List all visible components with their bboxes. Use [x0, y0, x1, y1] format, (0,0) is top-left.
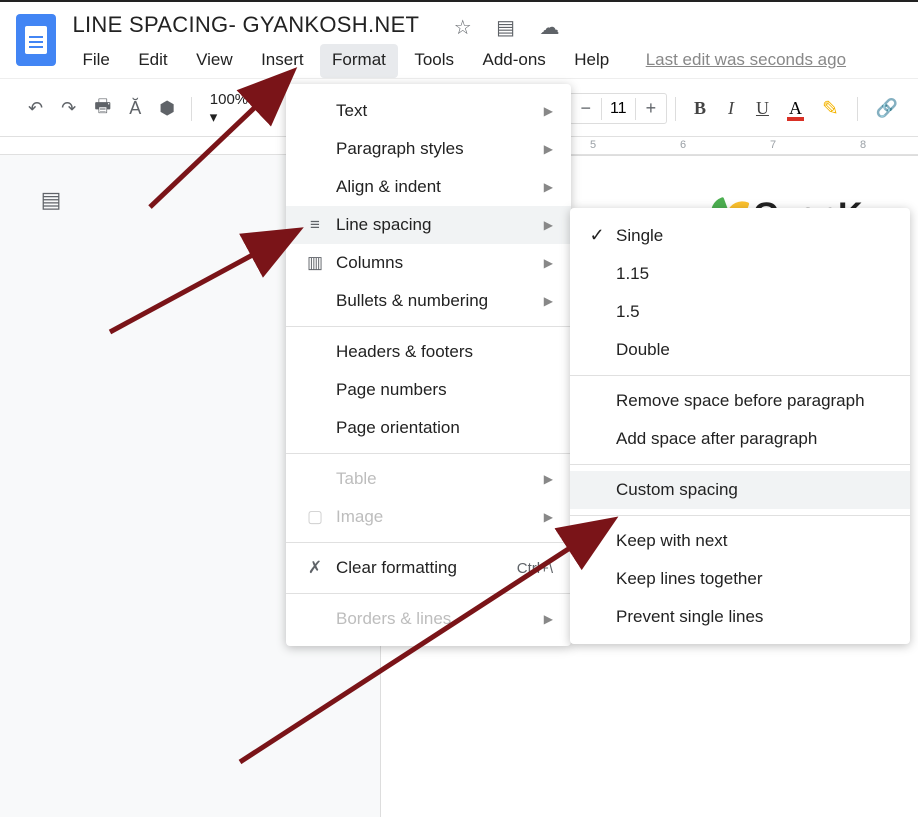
outline-toggle-icon[interactable]: ▤	[34, 183, 68, 217]
menu-tools[interactable]: Tools	[402, 44, 466, 78]
menu-addons[interactable]: Add-ons	[470, 44, 557, 78]
font-size-group: − 11 +	[569, 93, 667, 124]
spacing-double[interactable]: Double	[570, 331, 910, 369]
format-align-indent[interactable]: Align & indent▶	[286, 168, 571, 206]
clear-format-icon: ✗	[302, 558, 328, 578]
document-title[interactable]: LINE SPACING- GYANKOSH.NET	[68, 10, 423, 40]
print-button[interactable]: 🖶	[86, 90, 119, 128]
underline-button[interactable]: U	[746, 94, 779, 123]
line-spacing-submenu: ✓Single 1.15 1.5 Double Remove space bef…	[570, 208, 910, 644]
format-image: ▢Image▶	[286, 498, 571, 536]
format-bullets-numbering[interactable]: Bullets & numbering▶	[286, 282, 571, 320]
spacing-15[interactable]: 1.5	[570, 293, 910, 331]
text-color-button[interactable]: A	[781, 94, 810, 123]
format-page-numbers[interactable]: Page numbers	[286, 371, 571, 409]
format-line-spacing[interactable]: ≡Line spacing▶	[286, 206, 571, 244]
last-edit-link[interactable]: Last edit was seconds ago	[646, 50, 846, 69]
zoom-select[interactable]: 100% ▾	[200, 87, 263, 130]
font-size-value[interactable]: 11	[601, 98, 636, 120]
star-icon[interactable]: ☆	[454, 17, 472, 39]
format-page-orientation[interactable]: Page orientation	[286, 409, 571, 447]
menu-help[interactable]: Help	[562, 44, 621, 78]
redo-button[interactable]: ↷	[53, 94, 84, 123]
format-table: Table▶	[286, 460, 571, 498]
move-icon[interactable]: ▤	[496, 17, 515, 39]
spellcheck-button[interactable]: Ă	[121, 94, 149, 123]
spacing-keep-lines-together[interactable]: Keep lines together	[570, 560, 910, 598]
spacing-single[interactable]: ✓Single	[570, 216, 910, 255]
format-headers-footers[interactable]: Headers & footers	[286, 333, 571, 371]
insert-link-button[interactable]: 🔗	[866, 94, 908, 123]
menu-edit[interactable]: Edit	[126, 44, 179, 78]
columns-icon: ▥	[302, 253, 328, 273]
menubar: File Edit View Insert Format Tools Add-o…	[68, 44, 846, 78]
undo-button[interactable]: ↶	[20, 94, 51, 123]
format-dropdown: Text▶ Paragraph styles▶ Align & indent▶ …	[286, 84, 571, 646]
spacing-remove-before[interactable]: Remove space before paragraph	[570, 382, 910, 420]
format-borders-lines: Borders & lines▶	[286, 600, 571, 638]
check-icon: ✓	[584, 225, 610, 246]
menu-file[interactable]: File	[70, 44, 121, 78]
paint-format-button[interactable]: ⬢	[151, 94, 183, 123]
font-size-minus[interactable]: −	[570, 94, 601, 123]
image-icon: ▢	[302, 507, 328, 527]
header: LINE SPACING- GYANKOSH.NET ☆ ▤ ☁ File Ed…	[0, 2, 918, 78]
format-paragraph-styles[interactable]: Paragraph styles▶	[286, 130, 571, 168]
font-size-plus[interactable]: +	[636, 94, 667, 123]
format-text[interactable]: Text▶	[286, 92, 571, 130]
menu-insert[interactable]: Insert	[249, 44, 316, 78]
highlight-button[interactable]: ✎	[812, 92, 849, 125]
line-spacing-icon: ≡	[302, 215, 328, 235]
spacing-keep-with-next[interactable]: Keep with next	[570, 522, 910, 560]
spacing-add-after[interactable]: Add space after paragraph	[570, 420, 910, 458]
format-clear-formatting[interactable]: ✗Clear formattingCtrl+\	[286, 549, 571, 587]
spacing-prevent-single-lines[interactable]: Prevent single lines	[570, 598, 910, 636]
cloud-icon[interactable]: ☁	[539, 17, 559, 39]
bold-button[interactable]: B	[684, 94, 716, 123]
italic-button[interactable]: I	[718, 94, 744, 123]
spacing-115[interactable]: 1.15	[570, 255, 910, 293]
docs-logo-icon[interactable]	[16, 14, 56, 66]
menu-format[interactable]: Format	[320, 44, 398, 78]
menu-view[interactable]: View	[184, 44, 245, 78]
spacing-custom[interactable]: Custom spacing	[570, 471, 910, 509]
format-columns[interactable]: ▥Columns▶	[286, 244, 571, 282]
